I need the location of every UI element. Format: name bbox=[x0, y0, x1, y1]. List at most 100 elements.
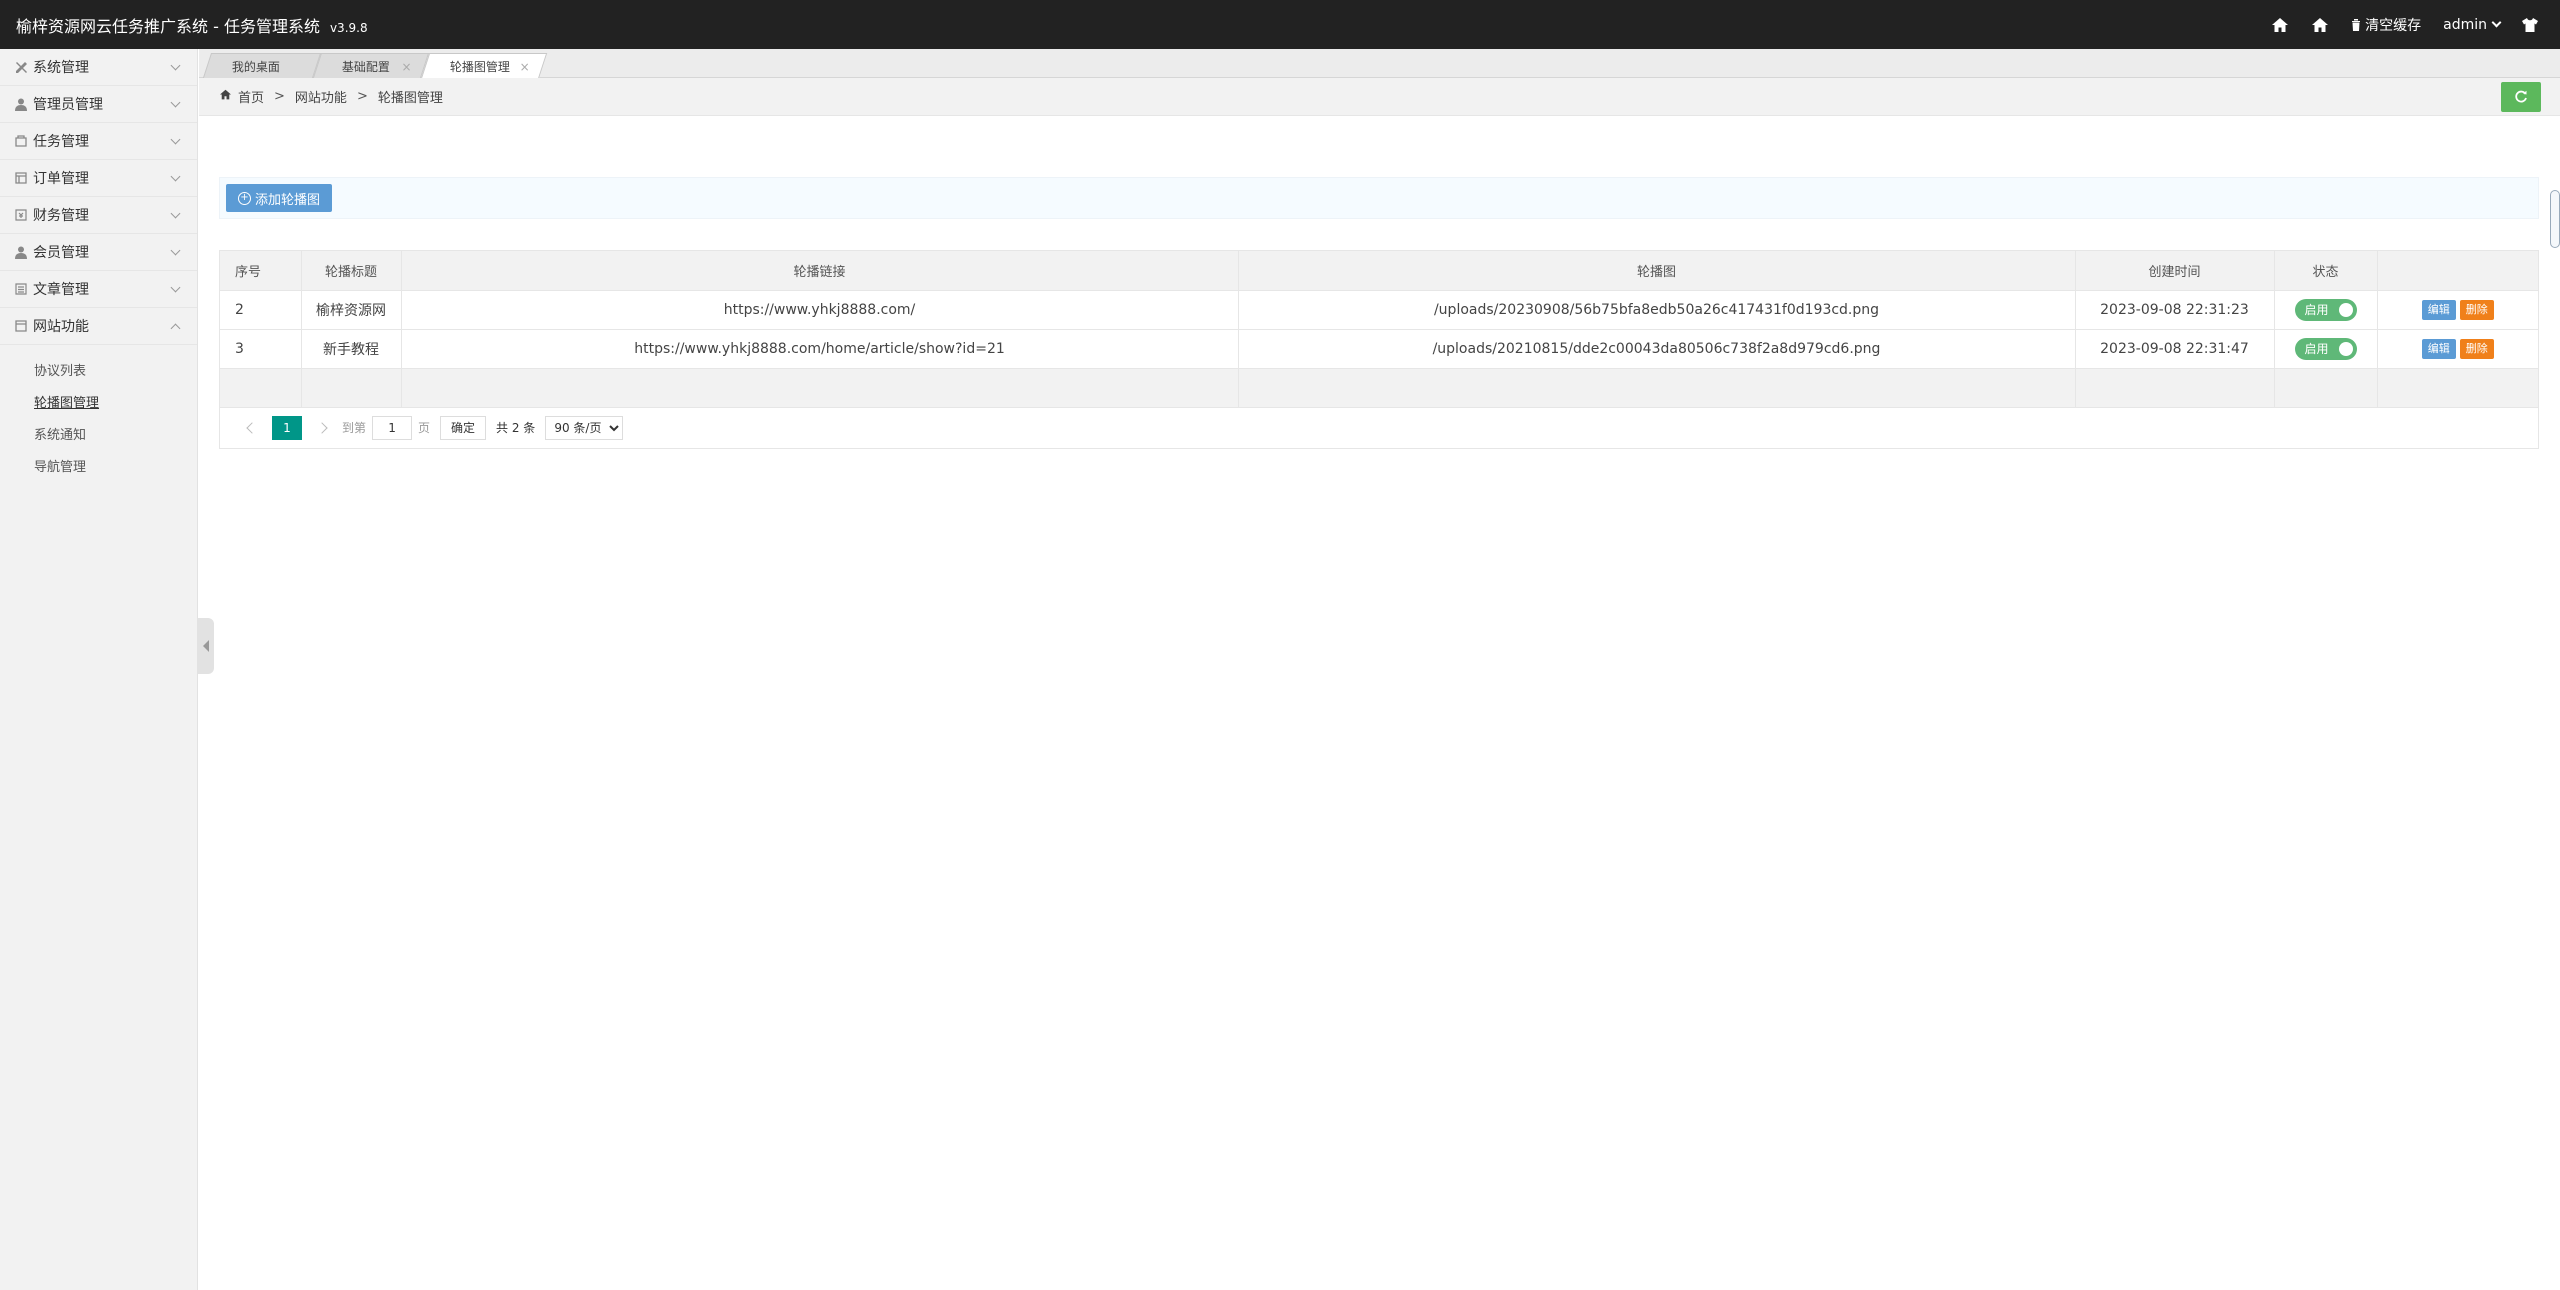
refresh-icon bbox=[2515, 90, 2527, 103]
col-header-title: 轮播标题 bbox=[301, 251, 402, 291]
breadcrumb-separator: > bbox=[274, 89, 285, 104]
trash-icon bbox=[2352, 18, 2361, 31]
chevron-down-icon bbox=[170, 60, 181, 71]
goto-confirm-button[interactable]: 确定 bbox=[440, 415, 487, 440]
sidebar-subitem-notices[interactable]: 系统通知 bbox=[0, 417, 197, 449]
sidebar-item-label: 管理员管理 bbox=[33, 97, 103, 113]
table-header-row: 序号 轮播标题 轮播链接 轮播图 创建时间 状态 bbox=[220, 251, 2538, 291]
toggle-knob bbox=[2338, 341, 2353, 356]
user-menu[interactable]: admin bbox=[2432, 0, 2511, 49]
clear-cache-button[interactable]: 清空缓存 bbox=[2340, 0, 2432, 49]
col-header-image: 轮播图 bbox=[1238, 251, 2076, 291]
frontend-home-button[interactable] bbox=[2300, 0, 2340, 49]
theme-button[interactable] bbox=[2511, 0, 2560, 49]
edit-button[interactable]: 编辑 bbox=[2421, 299, 2456, 320]
sidebar-collapse-handle[interactable] bbox=[198, 618, 214, 674]
app-version: v3.9.8 bbox=[329, 20, 368, 35]
user-name: admin bbox=[2443, 16, 2487, 33]
table-empty-row bbox=[220, 368, 2538, 408]
tab-banner-manage[interactable]: 轮播图管理 × bbox=[420, 53, 548, 79]
sidebar-item-label: 财务管理 bbox=[33, 208, 89, 224]
col-header-created: 创建时间 bbox=[2075, 251, 2275, 291]
sidebar-item-admin[interactable]: 管理员管理 bbox=[0, 86, 197, 123]
delete-button[interactable]: 删除 bbox=[2459, 299, 2494, 320]
col-header-id: 序号 bbox=[220, 251, 302, 291]
next-page-icon[interactable] bbox=[316, 421, 328, 434]
sidebar-item-member[interactable]: 会员管理 bbox=[0, 234, 197, 271]
cell-title: 新手教程 bbox=[301, 329, 402, 369]
tab-basic-config[interactable]: 基础配置 × bbox=[312, 53, 430, 78]
close-icon[interactable]: × bbox=[401, 60, 411, 74]
cell-actions: 编辑 删除 bbox=[2377, 329, 2538, 369]
tools-icon bbox=[14, 60, 28, 74]
collapse-left-icon bbox=[203, 640, 209, 652]
goto-label: 到第 bbox=[342, 421, 367, 435]
sidebar-item-label: 文章管理 bbox=[33, 282, 89, 298]
top-header: 榆梓资源网云任务推广系统 - 任务管理系统 v3.9.8 清空缓存 admin bbox=[0, 0, 2560, 49]
sidebar-item-article[interactable]: 文章管理 bbox=[0, 271, 197, 308]
tab-label: 轮播图管理 bbox=[449, 60, 510, 74]
sidebar-item-system[interactable]: 系统管理 bbox=[0, 49, 197, 86]
status-toggle[interactable]: 启用 bbox=[2294, 337, 2357, 360]
order-icon bbox=[14, 171, 28, 185]
sidebar-subitem-banners[interactable]: 轮播图管理 bbox=[0, 385, 197, 417]
status-toggle-label: 启用 bbox=[2304, 342, 2329, 356]
sidebar-item-site[interactable]: 网站功能 bbox=[0, 308, 197, 345]
chevron-down-icon bbox=[170, 245, 181, 256]
header-actions: 清空缓存 admin bbox=[2260, 0, 2560, 49]
sidebar-item-finance[interactable]: 财务管理 bbox=[0, 197, 197, 234]
table-row: 2 榆梓资源网 https://www.yhkj8888.com/ /uploa… bbox=[220, 290, 2538, 330]
scrollbar-thumb[interactable] bbox=[2550, 190, 2560, 248]
sidebar-subitem-navigation[interactable]: 导航管理 bbox=[0, 449, 197, 481]
chevron-down-icon bbox=[2491, 17, 2502, 28]
cell-id: 2 bbox=[220, 290, 302, 330]
add-banner-button[interactable]: + 添加轮播图 bbox=[226, 184, 333, 212]
site-submenu: 协议列表 轮播图管理 系统通知 导航管理 bbox=[0, 345, 197, 481]
sidebar-subitem-agreements[interactable]: 协议列表 bbox=[0, 353, 197, 385]
cell-link: https://www.yhkj8888.com/ bbox=[401, 290, 1239, 330]
brand: 榆梓资源网云任务推广系统 - 任务管理系统 v3.9.8 bbox=[0, 13, 368, 37]
page-current[interactable]: 1 bbox=[272, 415, 302, 440]
breadcrumb-separator: > bbox=[356, 89, 368, 104]
col-header-status: 状态 bbox=[2274, 251, 2378, 291]
tab-label: 基础配置 bbox=[341, 59, 390, 74]
close-icon[interactable]: × bbox=[520, 60, 530, 74]
page-size-select[interactable]: 90 条/页 bbox=[545, 415, 624, 440]
member-icon bbox=[14, 245, 28, 259]
goto-page-input[interactable] bbox=[372, 415, 413, 440]
sidebar-item-order[interactable]: 订单管理 bbox=[0, 160, 197, 197]
breadcrumb-home[interactable]: 首页 bbox=[238, 87, 264, 106]
prev-page-icon[interactable] bbox=[246, 421, 258, 434]
breadcrumb-current: 轮播图管理 bbox=[377, 91, 443, 106]
sidebar-item-label: 会员管理 bbox=[33, 245, 89, 261]
cell-link: https://www.yhkj8888.com/home/article/sh… bbox=[401, 329, 1239, 369]
cell-image: /uploads/20210815/dde2c00043da80506c738f… bbox=[1238, 329, 2076, 369]
sidebar-item-label: 系统管理 bbox=[33, 60, 89, 76]
cell-status: 启用 bbox=[2274, 329, 2378, 369]
banner-table: 序号 轮播标题 轮播链接 轮播图 创建时间 状态 2 榆梓资源网 https:/… bbox=[219, 250, 2539, 449]
col-header-actions bbox=[2377, 251, 2538, 291]
site-icon bbox=[14, 319, 28, 333]
edit-button[interactable]: 编辑 bbox=[2421, 338, 2456, 359]
sidebar-item-label: 订单管理 bbox=[33, 171, 89, 187]
content-toolbar: + 添加轮播图 bbox=[219, 177, 2539, 219]
plus-circle-icon: + bbox=[238, 191, 251, 205]
sidebar-item-label: 任务管理 bbox=[33, 134, 89, 150]
tab-desktop[interactable]: 我的桌面 bbox=[202, 53, 322, 78]
status-toggle[interactable]: 启用 bbox=[2294, 298, 2357, 321]
cell-status: 启用 bbox=[2274, 290, 2378, 330]
breadcrumb-level1[interactable]: 网站功能 bbox=[295, 87, 347, 106]
sidebar-item-task[interactable]: 任务管理 bbox=[0, 123, 197, 160]
home-icon bbox=[2272, 17, 2289, 32]
breadcrumb: 首页 > 网站功能 > 轮播图管理 bbox=[199, 78, 2560, 116]
sidebar: 系统管理 管理员管理 任务管理 订单管理 财务管理 会员管理 文章管理 网站功能… bbox=[0, 49, 198, 1290]
cell-image: /uploads/20230908/56b75bfa8edb50a26c4174… bbox=[1238, 290, 2076, 330]
chevron-down-icon bbox=[170, 171, 181, 182]
home-icon bbox=[2312, 17, 2329, 32]
refresh-button[interactable] bbox=[2501, 82, 2541, 112]
home-button[interactable] bbox=[2260, 0, 2300, 49]
user-icon bbox=[14, 97, 28, 111]
cell-created: 2023-09-08 22:31:47 bbox=[2075, 329, 2275, 369]
article-icon bbox=[14, 282, 28, 296]
delete-button[interactable]: 删除 bbox=[2459, 338, 2494, 359]
